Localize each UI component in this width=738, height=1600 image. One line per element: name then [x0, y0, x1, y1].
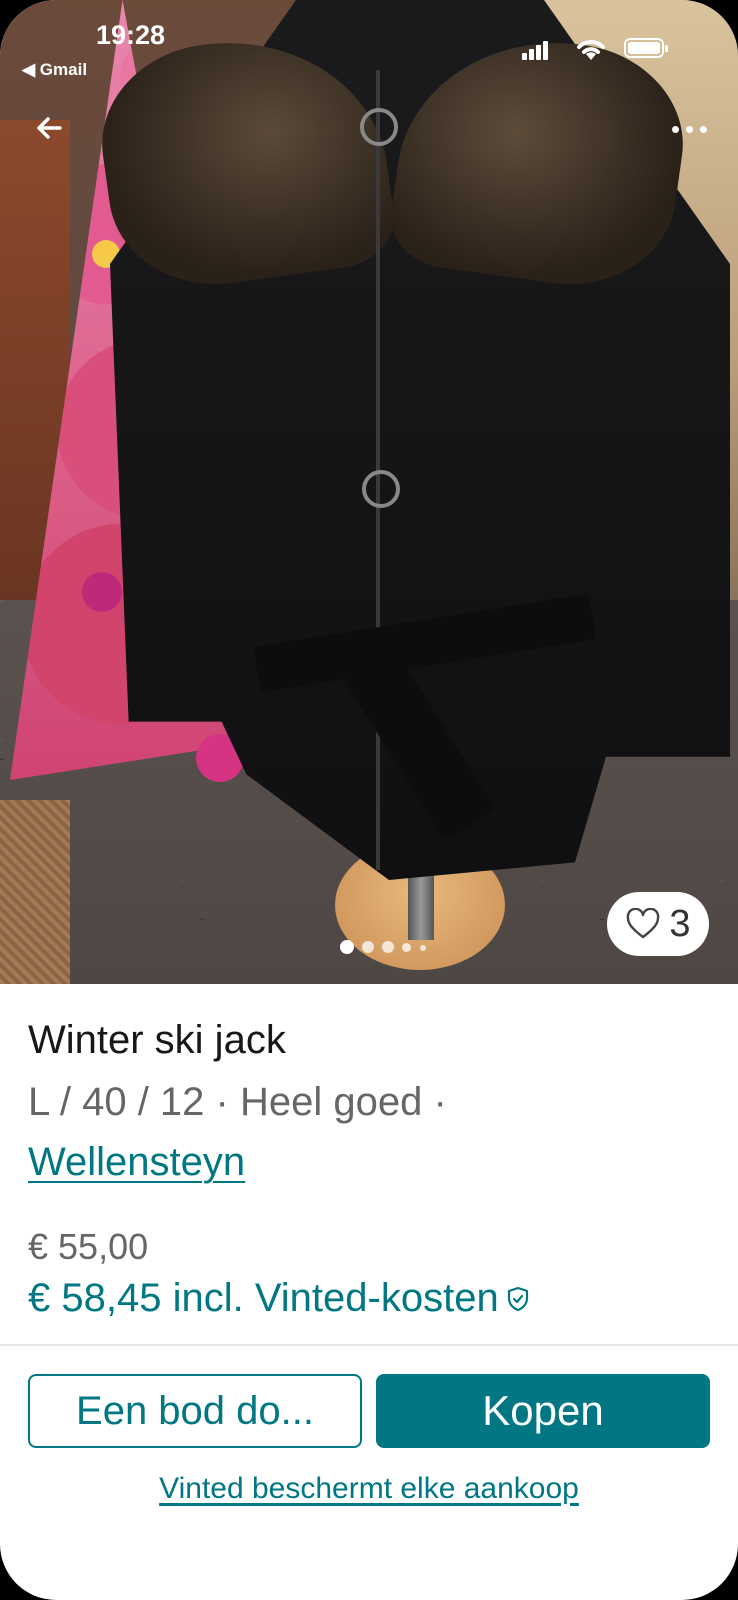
buyer-protection-link[interactable]: Vinted beschermt elke aankoop [0, 1472, 738, 1506]
item-price: € 55,00 [28, 1226, 149, 1267]
favourite-count: 3 [669, 902, 691, 945]
photo-rug [0, 800, 70, 984]
wifi-icon [577, 40, 605, 60]
pagination-dot[interactable] [402, 943, 411, 952]
ornament [82, 572, 122, 612]
status-time: 19:28 [96, 20, 166, 50]
item-price-incl-fees[interactable]: € 58,45 incl. Vinted-kosten [28, 1276, 531, 1321]
pagination-dot-active[interactable] [340, 940, 354, 954]
shield-check-icon [507, 1286, 528, 1311]
photo-pagination-dots [340, 940, 440, 954]
make-offer-button[interactable]: Een bod do... [28, 1374, 362, 1448]
item-size-condition: L / 40 / 12 · Heel goed · [28, 1080, 447, 1124]
item-brand-link[interactable]: Wellensteyn [28, 1140, 245, 1185]
pagination-dot[interactable] [420, 945, 426, 951]
more-dots-icon[interactable] [668, 118, 712, 142]
buy-button[interactable]: Kopen [376, 1374, 710, 1448]
pagination-dot[interactable] [362, 941, 374, 953]
zipper-ring [362, 470, 400, 508]
pagination-dot[interactable] [382, 941, 394, 953]
product-photo[interactable] [0, 0, 738, 984]
battery-icon [624, 38, 668, 58]
arrow-left-icon[interactable] [30, 108, 70, 148]
price-incl-label: € 58,45 incl. Vinted-kosten [28, 1276, 499, 1320]
status-bar: 19:28 ◀ Gmail [0, 0, 738, 100]
divider [0, 1344, 738, 1346]
heart-icon [627, 908, 660, 939]
item-title: Winter ski jack [28, 1018, 286, 1062]
screen: 19:28 ◀ Gmail 3 Winter ski jack L / 40 /… [0, 0, 738, 1600]
zipper-ring [360, 108, 398, 146]
back-to-app-link[interactable]: ◀ Gmail [22, 60, 87, 80]
favourite-button[interactable]: 3 [607, 892, 709, 956]
signal-icon [522, 40, 550, 60]
